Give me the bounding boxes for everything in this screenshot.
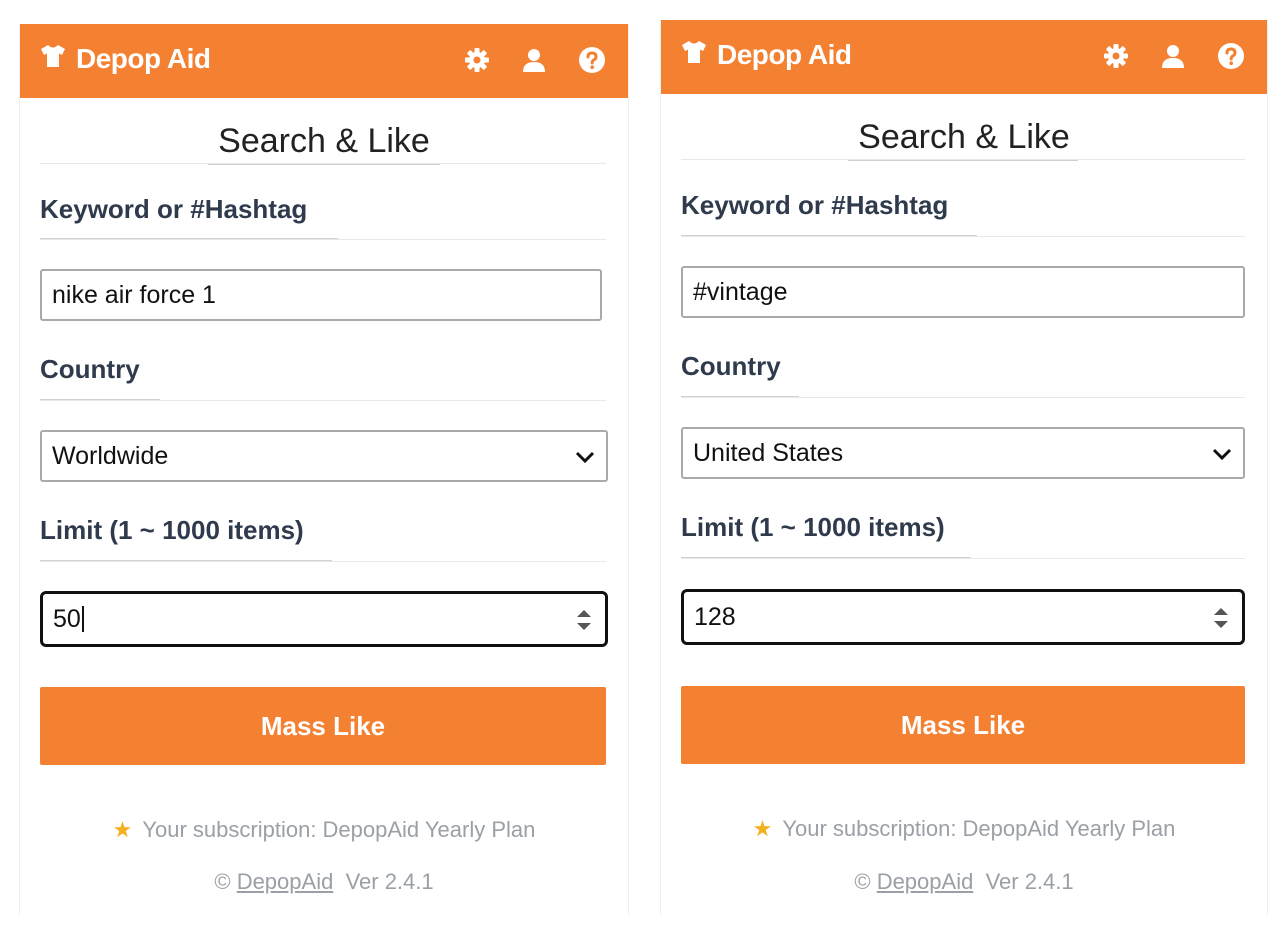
version-text: Ver 2.4.1 (345, 869, 434, 894)
country-select[interactable]: United States (681, 427, 1245, 479)
country-value: Worldwide (52, 441, 169, 470)
tshirt-icon (40, 43, 66, 75)
gear-icon[interactable] (1102, 42, 1130, 70)
chevron-down-icon (574, 446, 596, 468)
subscription-info: ★ Your subscription: DepopAid Yearly Plan (20, 817, 628, 843)
limit-label: Limit (1 ~ 1000 items) (40, 515, 304, 545)
brand: Depop Aid (40, 43, 211, 75)
app-header: Depop Aid (661, 20, 1267, 94)
limit-input[interactable]: 128 (681, 589, 1245, 645)
footer: © DepopAid Ver 2.4.1 (661, 869, 1267, 895)
keyword-value: nike air force 1 (52, 280, 216, 309)
question-circle-icon[interactable] (578, 46, 606, 74)
mass-like-button[interactable]: Mass Like (40, 687, 606, 765)
country-label: Country (40, 354, 140, 384)
divider (681, 558, 1245, 559)
text-caret (81, 606, 84, 632)
subscription-text: Your subscription: DepopAid Yearly Plan (782, 816, 1176, 841)
keyword-input[interactable]: #vintage (681, 266, 1245, 318)
limit-label: Limit (1 ~ 1000 items) (681, 512, 945, 542)
user-icon[interactable] (520, 46, 548, 74)
limit-value: 50 (53, 604, 81, 633)
keyword-label: Keyword or #Hashtag (40, 194, 308, 224)
country-label: Country (681, 351, 781, 381)
brand-name: Depop Aid (717, 39, 852, 70)
divider (40, 561, 606, 562)
brand-name: Depop Aid (76, 43, 211, 74)
limit-input[interactable]: 50 (40, 591, 608, 647)
page-title: Search & Like (218, 122, 430, 160)
divider (40, 400, 606, 401)
user-icon[interactable] (1159, 42, 1187, 70)
spinner-arrows-icon[interactable] (1210, 604, 1232, 632)
tshirt-icon (681, 39, 707, 71)
spinner-arrows-icon[interactable] (573, 606, 595, 634)
depopaid-link[interactable]: DepopAid (237, 869, 334, 894)
app-header: Depop Aid (20, 24, 628, 98)
depopaid-link[interactable]: DepopAid (877, 869, 974, 894)
divider (681, 236, 1245, 237)
star-icon: ★ (752, 816, 773, 841)
divider (40, 239, 606, 240)
version-text: Ver 2.4.1 (985, 869, 1074, 894)
extension-panel-left: Depop Aid Search & Like Keyword or #Hash… (19, 24, 629, 916)
keyword-input[interactable]: nike air force 1 (40, 269, 602, 321)
subscription-text: Your subscription: DepopAid Yearly Plan (142, 817, 536, 842)
extension-panel-right: Depop Aid Search & Like Keyword or #Hash… (660, 20, 1268, 916)
mass-like-button[interactable]: Mass Like (681, 686, 1245, 764)
keyword-label: Keyword or #Hashtag (681, 190, 949, 220)
brand: Depop Aid (681, 39, 852, 71)
gear-icon[interactable] (463, 46, 491, 74)
keyword-value: #vintage (693, 277, 788, 306)
country-value: United States (693, 438, 844, 467)
question-circle-icon[interactable] (1217, 42, 1245, 70)
divider (681, 397, 1245, 398)
copyright-symbol: © (854, 869, 871, 894)
subscription-info: ★ Your subscription: DepopAid Yearly Plan (661, 816, 1267, 842)
star-icon: ★ (112, 817, 133, 842)
country-select[interactable]: Worldwide (40, 430, 608, 482)
copyright-symbol: © (214, 869, 231, 894)
footer: © DepopAid Ver 2.4.1 (20, 869, 628, 895)
divider (40, 163, 606, 164)
limit-value: 128 (694, 602, 736, 631)
divider (681, 159, 1245, 160)
chevron-down-icon (1211, 443, 1233, 465)
page-title: Search & Like (858, 118, 1070, 156)
